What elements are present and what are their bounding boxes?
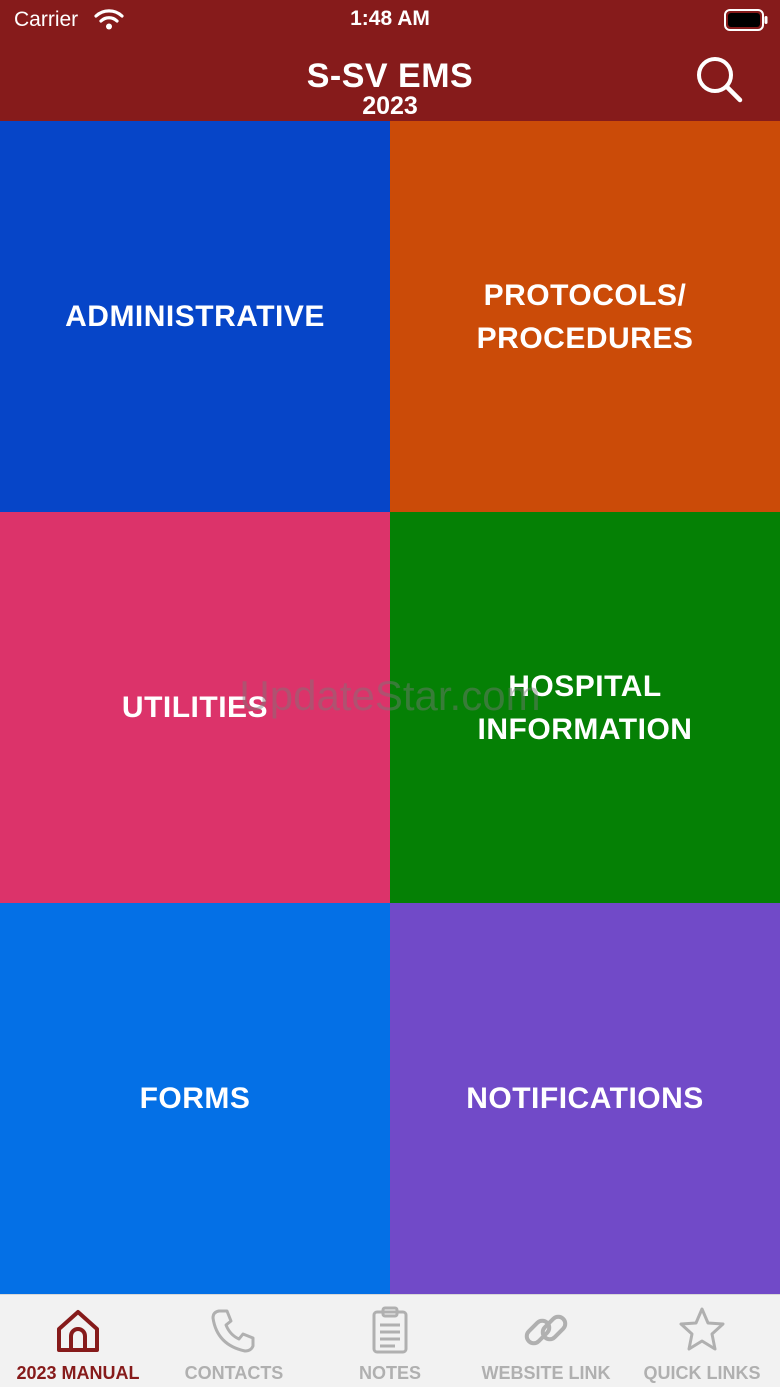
tab-label: CONTACTS — [184, 1363, 284, 1383]
tile-forms[interactable]: FORMS — [0, 903, 390, 1294]
tile-protocols-procedures[interactable]: PROTOCOLS/ PROCEDURES — [390, 121, 780, 512]
tab-notes[interactable]: NOTES — [312, 1295, 468, 1387]
tab-label: QUICK LINKS — [643, 1363, 761, 1383]
phone-icon — [211, 1309, 255, 1353]
tab-2023-manual[interactable]: 2023 MANUAL — [0, 1295, 156, 1387]
page-title: S-SV EMS — [306, 57, 474, 95]
search-icon[interactable] — [694, 54, 744, 104]
battery-icon — [724, 9, 768, 31]
tile-hospital-information[interactable]: HOSPITAL INFORMATION — [390, 512, 780, 903]
tab-website-link[interactable]: WEBSITE LINK — [468, 1295, 624, 1387]
tab-label: WEBSITE LINK — [481, 1363, 611, 1383]
tab-contacts[interactable]: CONTACTS — [156, 1295, 312, 1387]
star-icon — [679, 1307, 725, 1351]
app-header: Carrier 1:48 AM S-SV EMS 2023 — [0, 0, 780, 121]
tile-notifications[interactable]: NOTIFICATIONS — [390, 903, 780, 1294]
tile-utilities[interactable]: UTILITIES — [0, 512, 390, 903]
tile-administrative[interactable]: ADMINISTRATIVE — [0, 121, 390, 512]
status-bar: Carrier 1:48 AM — [0, 0, 780, 40]
link-icon — [524, 1314, 568, 1346]
clipboard-icon — [372, 1306, 408, 1354]
tab-label: NOTES — [358, 1363, 421, 1383]
menu-grid: ADMINISTRATIVE PROTOCOLS/ PROCEDURES UTI… — [0, 121, 780, 1294]
status-time: 1:48 AM — [350, 7, 430, 30]
tab-quick-links[interactable]: QUICK LINKS — [624, 1295, 780, 1387]
page-subtitle: 2023 — [362, 92, 418, 120]
tab-bar: 2023 MANUAL CONTACTS NOTES WEBSITE LINK … — [0, 1294, 780, 1387]
home-icon — [57, 1310, 99, 1352]
tab-label: 2023 MANUAL — [16, 1363, 140, 1383]
